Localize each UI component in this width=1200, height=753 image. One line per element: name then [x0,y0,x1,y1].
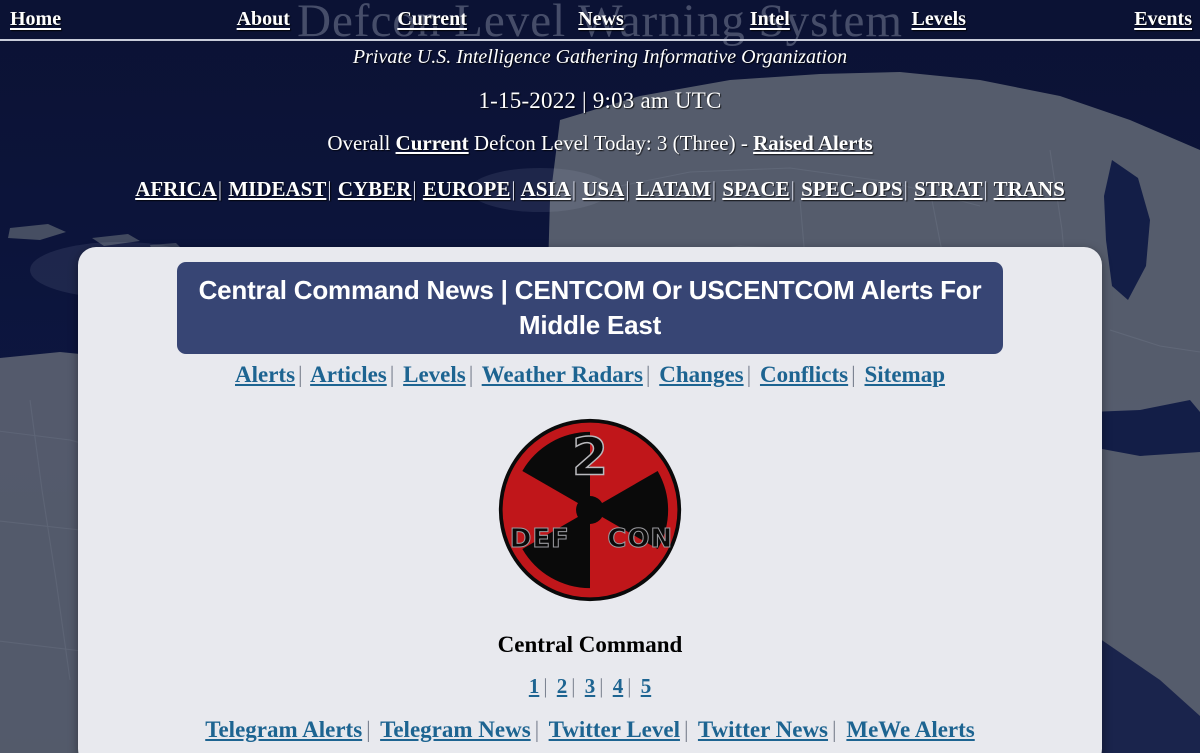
social-separator: | [683,717,689,742]
main-content-card: Central Command News | CENTCOM Or USCENT… [78,247,1102,753]
status-prefix: Overall [327,131,396,155]
logo-caption: Central Command [497,632,683,657]
top-navigation: Home About Current News Intel Levels Eve… [0,0,1200,39]
region-separator: | [327,177,332,201]
region-separator: | [412,177,417,201]
nav-item-news[interactable]: News [517,8,686,31]
page-link-4[interactable]: 4 [613,674,624,698]
pager-separator: | [543,674,548,698]
region-link-space[interactable]: SPACE [722,177,789,201]
nav-item-levels[interactable]: Levels [854,8,1023,31]
social-link-twitter-news[interactable]: Twitter News [698,717,828,742]
section-link-levels[interactable]: Levels [403,362,466,387]
region-link-usa[interactable]: USA [582,177,624,201]
status-current-link[interactable]: Current [396,131,469,155]
pager-separator: | [627,674,632,698]
pager-separator: | [599,674,604,698]
social-separator: | [534,717,540,742]
nav-item-intel[interactable]: Intel [685,8,854,31]
defcon-level-number: 2 [572,428,608,488]
defcon-left-text: DEF [510,524,570,554]
social-separator: | [832,717,837,742]
section-links-bar: Alerts | Articles | Levels | Weather Radars… [78,362,1102,388]
region-separator: | [983,177,988,201]
section-link-alerts[interactable]: Alerts [235,362,295,387]
region-separator: | [217,177,223,201]
region-links-bar: AFRICA| MIDEAST| CYBER| EUROPE| ASIA| US… [0,177,1200,202]
section-link-weather-radars[interactable]: Weather Radars [482,362,643,387]
page-link-2[interactable]: 2 [557,674,568,698]
region-separator: | [903,177,908,201]
defcon-radiation-icon[interactable]: 2 DEF CON [497,417,683,603]
social-link-telegram-alerts[interactable]: Telegram Alerts [205,717,362,742]
region-link-trans[interactable]: TRANS [994,177,1065,201]
pagination: 1 | 2 | 3 | 4 | 5 [78,674,1102,699]
section-link-conflicts[interactable]: Conflicts [760,362,848,387]
region-link-asia[interactable]: ASIA [521,177,571,201]
nav-item-events[interactable]: Events [1023,8,1194,31]
nav-item-home[interactable]: Home [6,8,179,31]
region-link-spec-ops[interactable]: SPEC-OPS [801,177,903,201]
section-link-articles[interactable]: Articles [310,362,387,387]
section-separator: | [851,362,856,387]
region-separator: | [711,177,717,201]
region-link-cyber[interactable]: CYBER [338,177,412,201]
social-link-mewe-alerts[interactable]: MeWe Alerts [846,717,974,742]
region-link-latam[interactable]: LATAM [636,177,711,201]
page-link-1[interactable]: 1 [529,674,540,698]
section-separator: | [389,362,395,387]
region-link-mideast[interactable]: MIDEAST [228,177,326,201]
region-separator: | [511,177,516,201]
site-header: Private U.S. Intelligence Gathering Info… [0,41,1200,156]
section-link-sitemap[interactable]: Sitemap [865,362,946,387]
section-separator: | [298,362,303,387]
social-link-twitter-level[interactable]: Twitter Level [549,717,680,742]
overall-defcon-status: Overall Current Defcon Level Today: 3 (T… [0,131,1200,156]
section-separator: | [645,362,651,387]
pager-separator: | [571,674,576,698]
status-middle: Defcon Level Today: 3 (Three) - [468,131,754,155]
defcon-logo-container: 2 DEF CON [78,417,1102,603]
page-link-3[interactable]: 3 [585,674,596,698]
social-link-telegram-news[interactable]: Telegram News [380,717,531,742]
page-title: Central Command News | CENTCOM Or USCENT… [198,274,982,340]
defcon-right-text: CON [607,524,673,554]
region-separator: | [625,177,630,201]
section-link-changes[interactable]: Changes [659,362,743,387]
section-separator: | [746,362,752,387]
social-links-bar: Telegram Alerts | Telegram News | Twitter … [78,717,1102,743]
status-alert-link[interactable]: Raised Alerts [753,131,873,155]
site-tagline: Private U.S. Intelligence Gathering Info… [352,46,848,68]
region-separator: | [571,177,577,201]
nav-item-about[interactable]: About [179,8,348,31]
page-title-banner: Central Command News | CENTCOM Or USCENT… [177,262,1003,354]
region-link-africa[interactable]: AFRICA [135,177,217,201]
social-separator: | [366,717,371,742]
region-link-europe[interactable]: EUROPE [423,177,511,201]
current-datetime: 1-15-2022 | 9:03 am UTC [478,88,722,113]
section-separator: | [468,362,474,387]
nav-item-current[interactable]: Current [348,8,517,31]
region-separator: | [790,177,795,201]
region-link-strat[interactable]: STRAT [914,177,982,201]
page-link-5[interactable]: 5 [641,674,652,698]
